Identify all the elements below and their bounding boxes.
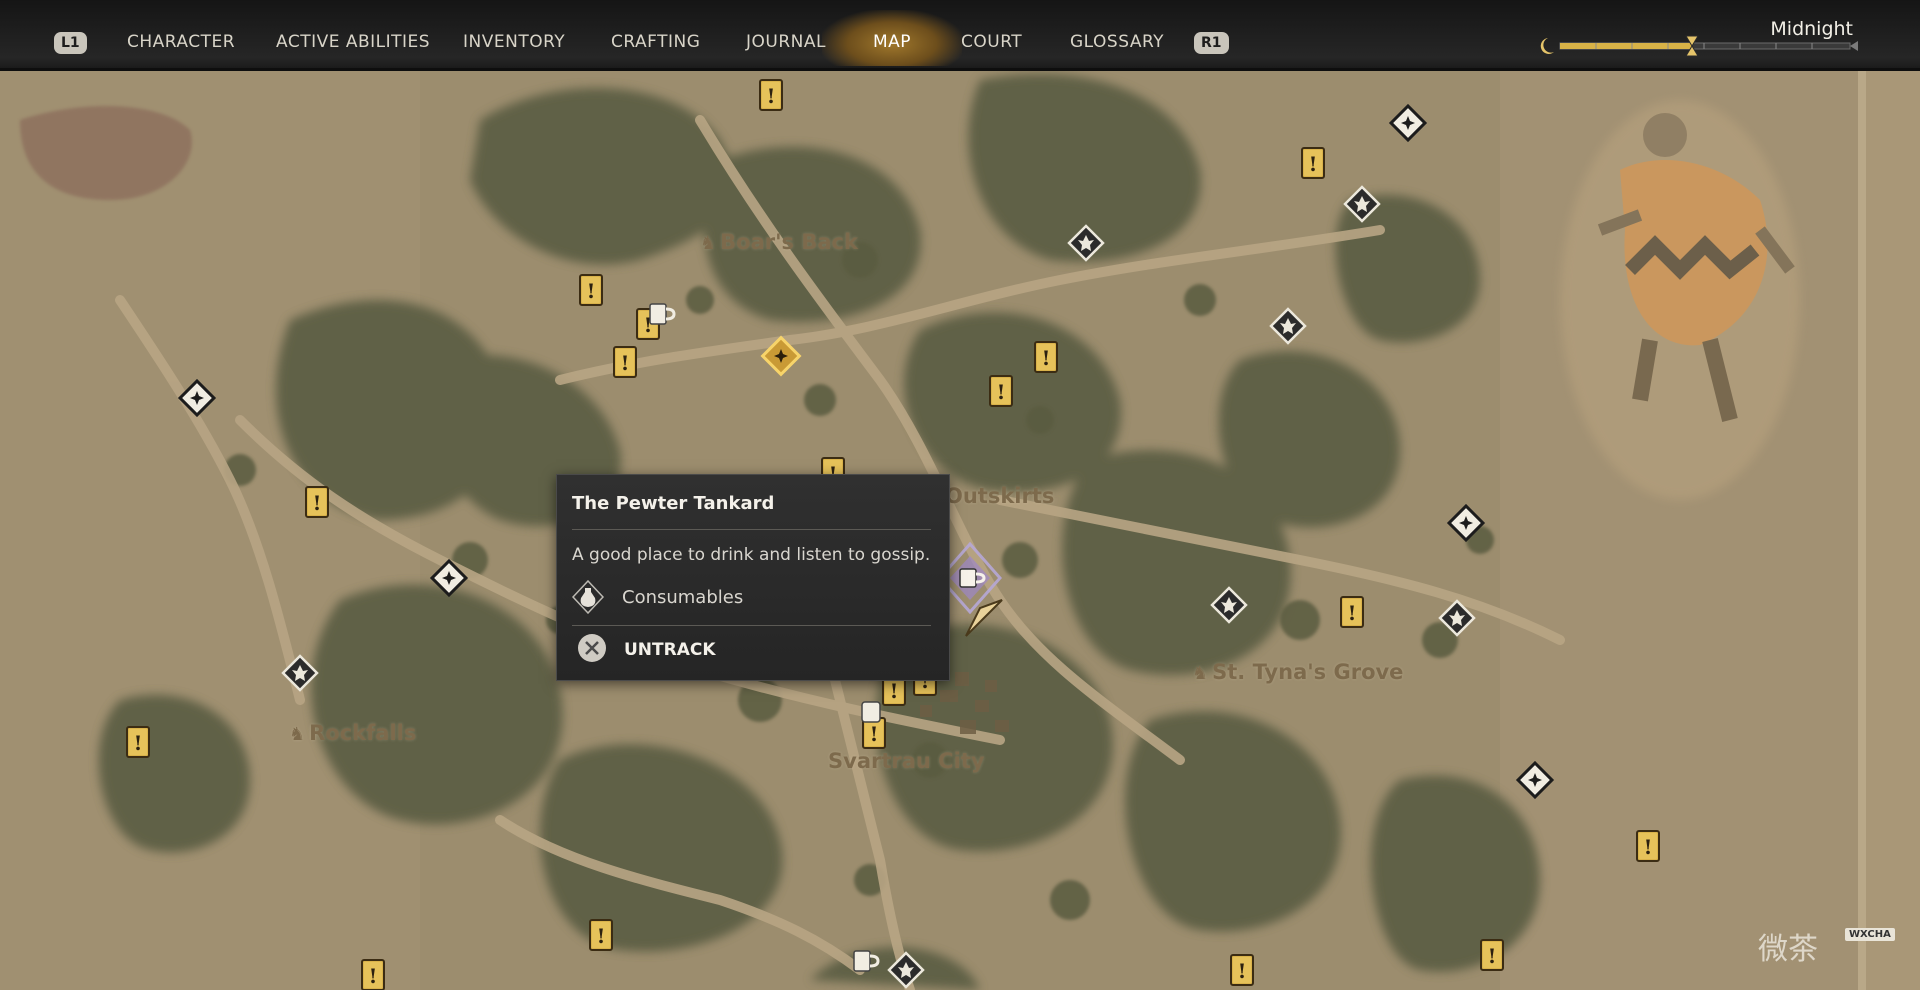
top-navigation-bar: L1 CHARACTER ACTIVE ABILITIES INVENTORY … bbox=[0, 0, 1920, 71]
location-tooltip: The Pewter Tankard A good place to drink… bbox=[556, 474, 950, 681]
tab-glossary[interactable]: GLOSSARY bbox=[1070, 32, 1164, 52]
tab-inventory[interactable]: INVENTORY bbox=[463, 32, 565, 52]
l1-bumper-icon[interactable]: L1 bbox=[54, 32, 87, 54]
watermark: 微茶 bbox=[1758, 932, 1818, 967]
cross-button-icon[interactable] bbox=[577, 633, 607, 663]
r1-bumper-icon[interactable]: R1 bbox=[1194, 32, 1229, 54]
tab-court[interactable]: COURT bbox=[961, 32, 1022, 52]
place-label-outskirts: Outskirts bbox=[945, 484, 1055, 508]
tab-character[interactable]: CHARACTER bbox=[127, 32, 235, 52]
tooltip-category: Consumables bbox=[622, 587, 744, 608]
place-label-st-tynas-grove: ♞ St. Tyna's Grove bbox=[1192, 660, 1404, 684]
npc-illustration bbox=[1560, 100, 1800, 500]
tooltip-description: A good place to drink and listen to goss… bbox=[572, 545, 931, 565]
tab-crafting[interactable]: CRAFTING bbox=[611, 32, 700, 52]
watermark-badge: WXCHA bbox=[1845, 928, 1895, 941]
place-label-svartrau-city: Svartrau City bbox=[828, 749, 985, 773]
tooltip-title: The Pewter Tankard bbox=[572, 493, 775, 514]
tab-map[interactable]: MAP bbox=[873, 32, 911, 52]
tab-journal[interactable]: JOURNAL bbox=[746, 32, 826, 52]
place-label-rockfalls: ♞ Rockfalls bbox=[289, 721, 417, 745]
untrack-button[interactable]: UNTRACK bbox=[624, 640, 716, 660]
settlement-icon: ♞ bbox=[1192, 663, 1209, 684]
potion-icon bbox=[572, 580, 604, 614]
settlement-icon: ♞ bbox=[700, 233, 717, 254]
divider bbox=[572, 529, 931, 530]
moon-icon bbox=[1540, 38, 1554, 54]
tab-active-abilities[interactable]: ACTIVE ABILITIES bbox=[276, 32, 430, 52]
time-of-day-bar bbox=[1540, 35, 1858, 57]
settlement-icon: ♞ bbox=[289, 724, 306, 745]
divider bbox=[572, 625, 931, 626]
place-label-boars-back: ♞ Boar's Back bbox=[700, 230, 858, 254]
